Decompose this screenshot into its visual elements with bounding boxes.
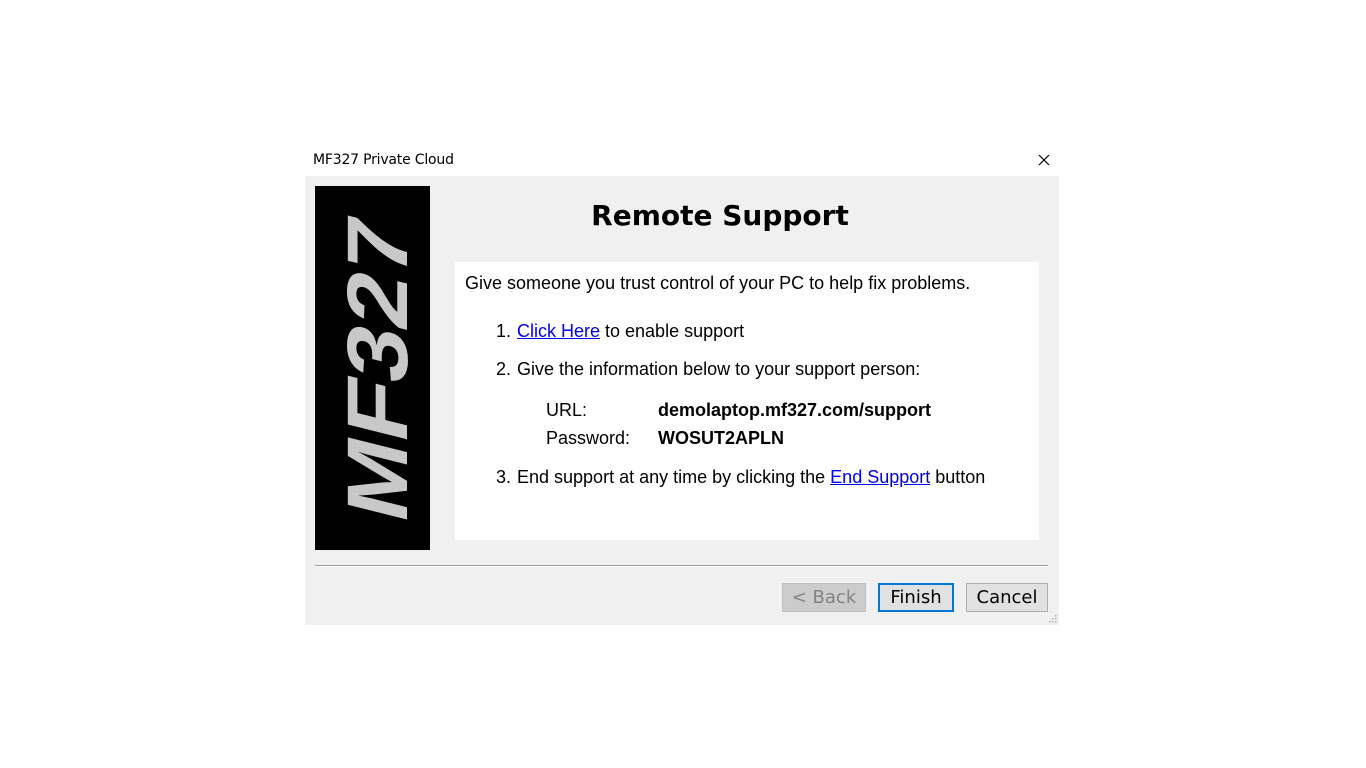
step-number: 1. — [496, 321, 512, 341]
instructions-panel: Give someone you trust control of your P… — [455, 262, 1039, 540]
url-label: URL: — [546, 400, 588, 420]
step-1: 1. Click Here to enable support — [496, 321, 744, 342]
logo-text: MF327 — [329, 207, 426, 531]
intro-text: Give someone you trust control of your P… — [465, 273, 971, 293]
close-icon — [1038, 154, 1050, 166]
finish-button[interactable]: Finish — [878, 583, 954, 612]
step-number: 3. — [496, 467, 512, 487]
step-number: 2. — [496, 359, 512, 379]
title-bar[interactable]: MF327 Private Cloud — [305, 146, 1059, 176]
end-support-link[interactable]: End Support — [830, 467, 930, 487]
password-label: Password: — [546, 428, 631, 448]
close-button[interactable] — [1029, 146, 1059, 176]
cancel-button[interactable]: Cancel — [966, 583, 1048, 612]
url-value: demolaptop.mf327.com/support — [658, 400, 932, 420]
password-row: Password: WOSUT2APLN — [546, 428, 784, 449]
step-2: 2. Give the information below to your sup… — [496, 359, 920, 380]
password-value: WOSUT2APLN — [658, 428, 784, 448]
window-title: MF327 Private Cloud — [313, 152, 454, 168]
page-title: Remote Support — [591, 199, 849, 232]
click-here-link[interactable]: Click Here — [517, 321, 600, 341]
footer-divider — [315, 565, 1048, 567]
mf327-logo: MF327 — [315, 186, 430, 550]
step-text: to enable support — [600, 321, 745, 341]
step-3: 3. End support at any time by clicking th… — [496, 467, 985, 488]
step-text-suffix: button — [930, 467, 986, 487]
url-row: URL: demolaptop.mf327.com/support — [546, 400, 931, 421]
resize-grip-icon[interactable] — [1047, 613, 1057, 623]
back-button[interactable]: < Back — [782, 583, 866, 612]
remote-support-dialog: MF327 Private Cloud MF327 Remote Support… — [305, 146, 1059, 625]
step-text: End support at any time by clicking the — [517, 467, 831, 487]
step-text: Give the information below to your suppo… — [517, 359, 921, 379]
